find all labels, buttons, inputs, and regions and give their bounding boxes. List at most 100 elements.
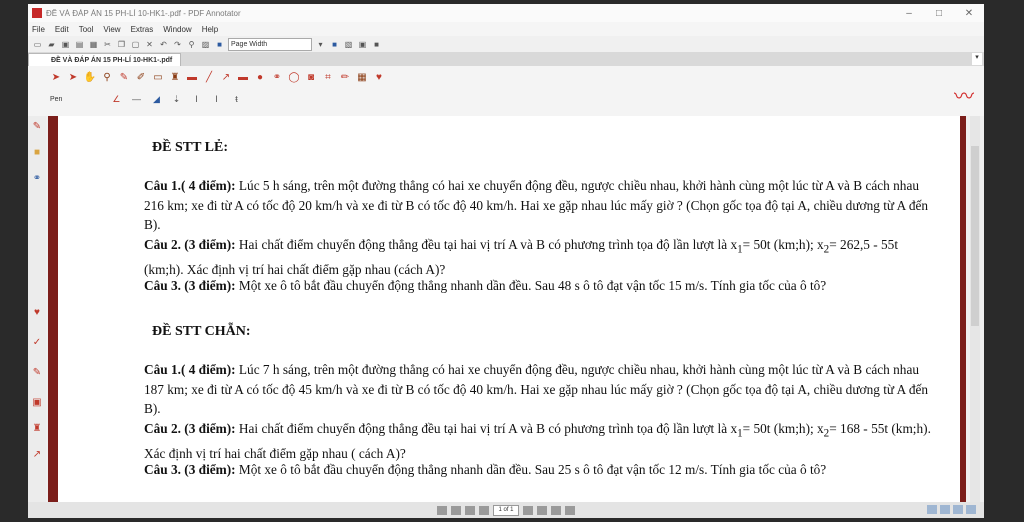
maximize-button[interactable]: □ [924, 8, 954, 19]
minimize-button[interactable]: – [894, 8, 924, 19]
magnifier-icon[interactable]: ⚲ [101, 70, 113, 84]
save-as-icon[interactable]: ▤ [74, 39, 85, 50]
delete-icon[interactable]: ✕ [144, 39, 155, 50]
chevron-down-icon[interactable]: ▾ [315, 39, 326, 50]
zoom-in-icon[interactable]: ■ [329, 39, 340, 50]
new-document-icon[interactable]: ▭ [32, 39, 43, 50]
app-icon [32, 8, 42, 18]
pressure-icon[interactable]: ◢ [150, 92, 162, 106]
image-icon[interactable]: ▨ [200, 39, 211, 50]
scrollbar-thumb[interactable] [971, 146, 979, 326]
highlighter-icon[interactable]: ✐ [135, 70, 147, 84]
even-q1-text: Lúc 7 h sáng, trên một đường thẳng có ha… [144, 362, 929, 417]
link-icon[interactable]: ⚭ [271, 70, 283, 84]
menu-help[interactable]: Help [202, 25, 218, 34]
pen-side-icon[interactable]: ✎ [31, 120, 43, 132]
back-icon[interactable] [465, 505, 475, 515]
single-view-icon[interactable] [927, 505, 937, 514]
scroll-down-icon[interactable] [523, 505, 533, 515]
redo-icon[interactable]: ↷ [172, 39, 183, 50]
tab-document[interactable]: ĐỀ VÀ ĐÁP ÁN 15 PH-LÍ 10-HK1-.pdf [28, 53, 182, 66]
menu-window[interactable]: Window [163, 25, 191, 34]
odd-question-1: Câu 1.( 4 điểm): Lúc 5 h sáng, trên một … [144, 176, 934, 235]
image-stamp-icon[interactable]: ▭ [152, 70, 164, 84]
camera-icon[interactable]: ◙ [305, 70, 317, 84]
heading-even: ĐỀ STT CHẴN: [152, 324, 251, 339]
link-side-icon[interactable]: ⚭ [31, 172, 43, 184]
folder-side-icon[interactable]: ■ [31, 146, 43, 158]
heart-side-icon[interactable]: ♥ [31, 306, 43, 318]
comment-icon[interactable]: ◯ [288, 70, 300, 84]
prev-page-icon[interactable] [451, 505, 461, 515]
color-pen-icon[interactable]: ∠ [110, 92, 122, 106]
pen-label: Pen [50, 95, 63, 103]
single-page-icon[interactable]: ▧ [343, 39, 354, 50]
text-italic-icon[interactable]: I [190, 92, 202, 106]
stamp-icon[interactable]: ♜ [169, 70, 181, 84]
current-pen-preview-icon[interactable]: 〰 [954, 80, 974, 109]
stamp-side-icon[interactable]: ♜ [31, 422, 43, 434]
snap-icon[interactable]: ⇣ [170, 92, 182, 106]
forward-icon[interactable] [537, 505, 547, 515]
marker-icon[interactable]: ✏ [339, 70, 351, 84]
cut-icon[interactable]: ✂ [102, 39, 113, 50]
grid-view-icon[interactable] [966, 505, 976, 514]
even-q2-text-b: = 50t (km;h); x [742, 421, 824, 436]
menu-view[interactable]: View [103, 25, 120, 34]
print-icon[interactable]: ▦ [88, 39, 99, 50]
arrow-icon[interactable]: ↗ [220, 70, 232, 84]
two-page-view-icon[interactable] [953, 505, 963, 514]
text-underline-icon[interactable]: I [210, 92, 222, 106]
save-icon[interactable]: ▣ [60, 39, 71, 50]
select-text-icon[interactable]: ➤ [67, 70, 79, 84]
open-folder-icon[interactable]: ▰ [46, 39, 57, 50]
last-page-icon[interactable] [565, 505, 575, 515]
odd-q3-text: Một xe ô tô bắt đầu chuyển động thẳng nh… [238, 278, 827, 293]
ellipse-icon[interactable]: ● [254, 70, 266, 84]
zoom-select[interactable]: Page Width [228, 37, 312, 51]
odd-q2-label: Câu 2. (3 điểm): [144, 237, 236, 252]
fit-page-icon[interactable]: ▣ [357, 39, 368, 50]
pdf-page: ĐỀ STT LẺ: Câu 1.( 4 điểm): Lúc 5 h sáng… [58, 116, 960, 502]
grid-icon[interactable]: ▦ [356, 70, 368, 84]
window-title: ĐỀ VÀ ĐÁP ÁN 15 PH-LÍ 10-HK1-.pdf - PDF … [46, 8, 241, 18]
copy-icon[interactable]: ❐ [116, 39, 127, 50]
menu-tool[interactable]: Tool [79, 25, 94, 34]
undo-icon[interactable]: ↶ [158, 39, 169, 50]
title-bar: ĐỀ VÀ ĐÁP ÁN 15 PH-LÍ 10-HK1-.pdf - PDF … [28, 4, 984, 22]
eraser-icon[interactable]: ▬ [186, 70, 198, 84]
close-button[interactable]: ✕ [954, 8, 984, 19]
scroll-up-icon[interactable] [479, 505, 489, 515]
odd-question-2: Câu 2. (3 điểm): Hai chất điểm chuyển độ… [144, 235, 934, 280]
page-indicator[interactable]: 1 of 1 [493, 504, 519, 516]
menu-edit[interactable]: Edit [55, 25, 69, 34]
next-page-icon[interactable] [551, 505, 561, 515]
arrow-side-icon[interactable]: ↗ [31, 448, 43, 460]
check-side-icon[interactable]: ✓ [31, 336, 43, 348]
menu-extras[interactable]: Extras [131, 25, 154, 34]
even-q2-label: Câu 2. (3 điểm): [144, 421, 236, 436]
first-page-icon[interactable] [437, 505, 447, 515]
favorite-heart-icon[interactable]: ♥ [373, 70, 385, 84]
crop-icon[interactable]: ⌗ [322, 70, 334, 84]
line-style-icon[interactable]: — [130, 92, 142, 106]
find-icon[interactable]: ⚲ [186, 39, 197, 50]
odd-q1-text: Lúc 5 h sáng, trên một đường thẳng có ha… [144, 178, 929, 233]
app-window: ĐỀ VÀ ĐÁP ÁN 15 PH-LÍ 10-HK1-.pdf - PDF … [28, 4, 984, 518]
fullscreen-icon[interactable]: ■ [371, 39, 382, 50]
menu-file[interactable]: File [32, 25, 45, 34]
tab-scroll-icon[interactable]: ▾ [972, 53, 982, 65]
status-bar: 1 of 1 [28, 502, 984, 518]
vertical-scrollbar[interactable] [970, 116, 980, 502]
pencil-side-icon[interactable]: ✎ [31, 366, 43, 378]
line-icon[interactable]: ╱ [203, 70, 215, 84]
pen-tool-icon[interactable]: ✎ [118, 70, 130, 84]
continuous-view-icon[interactable] [940, 505, 950, 514]
text-strike-icon[interactable]: ŧ [230, 92, 242, 106]
select-arrow-icon[interactable]: ➤ [50, 70, 62, 84]
image-side-icon[interactable]: ▣ [31, 396, 43, 408]
rectangle-icon[interactable]: ▬ [237, 70, 249, 84]
hand-icon[interactable]: ✋ [84, 70, 96, 84]
paste-icon[interactable]: ▢ [130, 39, 141, 50]
zoom-out-icon[interactable]: ■ [214, 39, 225, 50]
